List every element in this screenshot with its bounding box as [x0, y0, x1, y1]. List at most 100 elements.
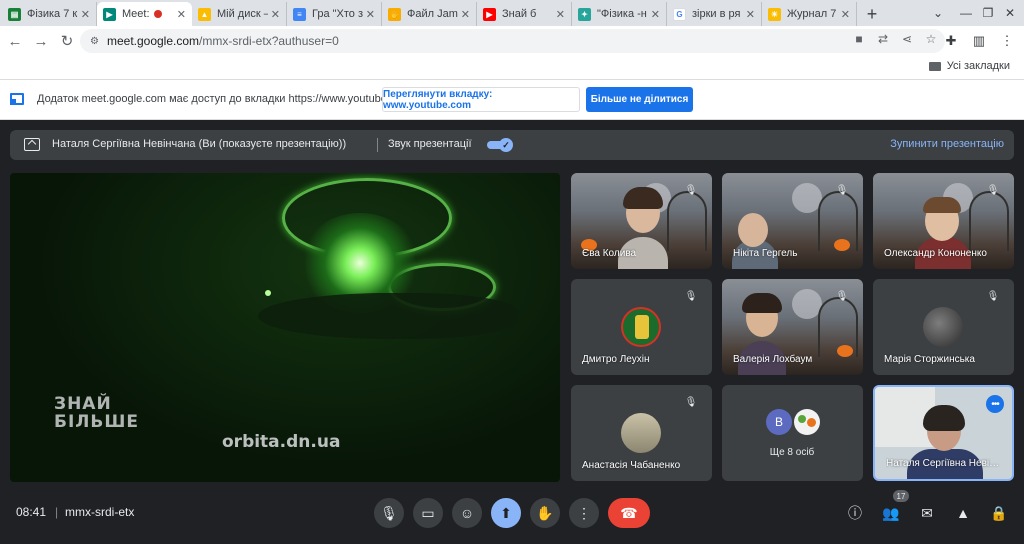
activities-button[interactable]: ▲ — [950, 500, 976, 526]
docs-icon: ≡ — [293, 7, 306, 21]
check-icon: ✓ — [499, 138, 513, 152]
browser-tab-1[interactable]: ▤ Фізика 7 к ✕ — [2, 2, 97, 26]
recording-icon — [153, 10, 162, 18]
meet-icon: ▶ — [103, 7, 116, 21]
cast-icon — [10, 93, 24, 105]
close-icon[interactable]: ✕ — [746, 8, 755, 21]
chat-icon: ✉ — [921, 504, 933, 521]
stop-presenting-button[interactable]: Зупинити презентацію — [890, 138, 1004, 150]
close-icon[interactable]: ✕ — [651, 8, 660, 21]
share-icon[interactable]: ⋖ — [899, 32, 915, 46]
host-controls-button[interactable]: 🔒 — [986, 500, 1012, 526]
close-icon[interactable]: ✕ — [556, 8, 565, 21]
more-options-icon[interactable]: ••• — [986, 395, 1004, 413]
participant-avatar — [621, 413, 661, 453]
current-time: 08:41 — [16, 505, 47, 519]
view-shared-tab-button[interactable]: Переглянути вкладку: www.youtube.com — [382, 87, 580, 112]
tab-label: Журнал 7 — [787, 8, 837, 20]
close-icon[interactable]: ✕ — [271, 8, 280, 21]
helicopter-silhouette — [258, 293, 518, 339]
participant-tile[interactable]: 🎙 Єва Колива — [571, 173, 712, 269]
people-icon: 👥 — [882, 504, 900, 521]
participant-tile[interactable]: 🎙 Дмитро Леухін — [571, 279, 712, 375]
forward-icon[interactable]: → — [28, 28, 54, 54]
browser-tab-3[interactable]: ▲ Мій диск – ✕ — [192, 2, 287, 26]
chat-button[interactable]: ✉ — [914, 500, 940, 526]
menu-kebab-icon[interactable]: ⋮ — [996, 28, 1018, 54]
all-bookmarks-label: Усі закладки — [946, 60, 1010, 72]
participant-name: Анастасія Чабаненко — [582, 460, 681, 471]
phone-hangup-icon: ☎ — [620, 504, 638, 521]
participant-tile[interactable]: 🎙 Марія Сторжинська — [873, 279, 1014, 375]
raise-hand-button[interactable]: ✋ — [530, 498, 560, 528]
browser-tab-5[interactable]: ✋ Файл Jam ✕ — [382, 2, 477, 26]
present-screen-icon: ⬆ — [500, 504, 512, 521]
close-icon[interactable]: ✕ — [177, 8, 186, 21]
background-gate — [969, 191, 1009, 251]
close-icon[interactable]: ✕ — [81, 8, 90, 21]
more-participants-tile[interactable]: В Ще 8 осіб — [722, 385, 863, 481]
meeting-controls-bar: 08:41 | mmx-srdi-etx 🎙 ▭ ☺ ⬆ ✋ ⋮ ☎ ⓘ 17 … — [0, 488, 1024, 544]
participant-tile[interactable]: 🎙 Анастасія Чабаненко — [571, 385, 712, 481]
browser-tab-2[interactable]: ▶ Meet: ✕ — [97, 2, 192, 26]
browser-tab-6[interactable]: ▶ Знай б ✕ — [477, 2, 572, 26]
pumpkin-decor — [837, 345, 853, 357]
tab-search-chevron-icon[interactable]: ⌄ — [924, 0, 952, 26]
mic-off-icon: 🎙 — [986, 290, 1000, 302]
people-button[interactable]: 👥 — [878, 500, 904, 526]
leave-call-button[interactable]: ☎ — [608, 498, 650, 528]
microphone-button[interactable]: 🎙 — [374, 498, 404, 528]
mic-off-icon: 🎙 — [684, 290, 698, 302]
nav-light — [265, 290, 271, 296]
participant-avatar: В — [766, 409, 792, 435]
drive-icon: ▲ — [198, 7, 211, 21]
extensions-icon[interactable]: ✚ — [940, 28, 962, 54]
participant-hair — [742, 293, 782, 313]
bookmark-star-icon[interactable]: ☆ — [923, 32, 939, 46]
participant-tile[interactable]: 🎙 Нікіта Гергель — [722, 173, 863, 269]
side-panel-icon[interactable]: ▥ — [968, 28, 990, 54]
close-icon[interactable]: ✕ — [366, 8, 375, 21]
more-participants-label: Ще 8 осіб — [769, 447, 815, 458]
new-tab-button[interactable]: + — [857, 2, 887, 26]
meeting-details-button[interactable]: ⓘ — [842, 500, 868, 526]
reload-icon[interactable]: ↻ — [54, 28, 80, 54]
browser-tab-4[interactable]: ≡ Гра "Хто з ✕ — [287, 2, 382, 26]
divider — [377, 138, 378, 152]
participant-name: Валерія Лохбаум — [733, 354, 813, 365]
camera-button[interactable]: ▭ — [413, 498, 443, 528]
mic-off-icon: 🎙 — [684, 184, 698, 196]
camera-permission-icon[interactable]: ■ — [851, 32, 867, 46]
browser-tab-7[interactable]: ✦ "Фізика -н ✕ — [572, 2, 667, 26]
tab-label: Файл Jam — [407, 8, 458, 20]
participant-hair — [923, 197, 961, 213]
participant-tile[interactable]: 🎙 Валерія Лохбаум — [722, 279, 863, 375]
close-icon[interactable]: ✕ — [841, 8, 850, 21]
presented-video[interactable]: ЗНАЙ БІЛЬШЕ orbita.dn.ua — [10, 173, 560, 482]
translate-icon[interactable]: ⇄ — [875, 32, 891, 46]
meeting-code: mmx-srdi-etx — [65, 505, 135, 519]
address-bar[interactable]: ⚙ meet.google.com/mmx-srdi-etx?authuser=… — [80, 29, 945, 53]
browser-tab-8[interactable]: G зірки в ря ✕ — [667, 2, 762, 26]
reactions-button[interactable]: ☺ — [452, 498, 482, 528]
presentation-audio-toggle[interactable]: ✓ — [487, 138, 513, 152]
participant-name: Дмитро Леухін — [582, 354, 650, 365]
url-text: meet.google.com/mmx-srdi-etx?authuser=0 — [106, 34, 339, 48]
close-window-icon[interactable]: ✕ — [996, 0, 1024, 26]
site-info-icon[interactable]: ⚙ — [90, 36, 99, 47]
tab-label: Фізика 7 к — [27, 8, 78, 20]
back-icon[interactable]: ← — [2, 28, 28, 54]
folder-icon — [928, 61, 941, 71]
close-icon[interactable]: ✕ — [461, 8, 470, 21]
video-camera-icon: ▭ — [421, 504, 435, 521]
sheets-icon: ▤ — [8, 7, 21, 21]
bookmarks-bar: Усі закладки — [0, 56, 1024, 80]
all-bookmarks-button[interactable]: Усі закладки — [928, 60, 1010, 72]
participant-tile[interactable]: 🎙 Олександр Кононенко — [873, 173, 1014, 269]
stop-sharing-button[interactable]: Більше не ділитися — [586, 87, 693, 112]
participant-face — [738, 213, 768, 247]
self-view-tile[interactable]: ••• Наталя Сергіївна Невінчана — [873, 385, 1014, 481]
more-options-button[interactable]: ⋮ — [569, 498, 599, 528]
present-now-button[interactable]: ⬆ — [491, 498, 521, 528]
browser-tab-9[interactable]: ☀ Журнал 7 ✕ — [762, 2, 857, 26]
